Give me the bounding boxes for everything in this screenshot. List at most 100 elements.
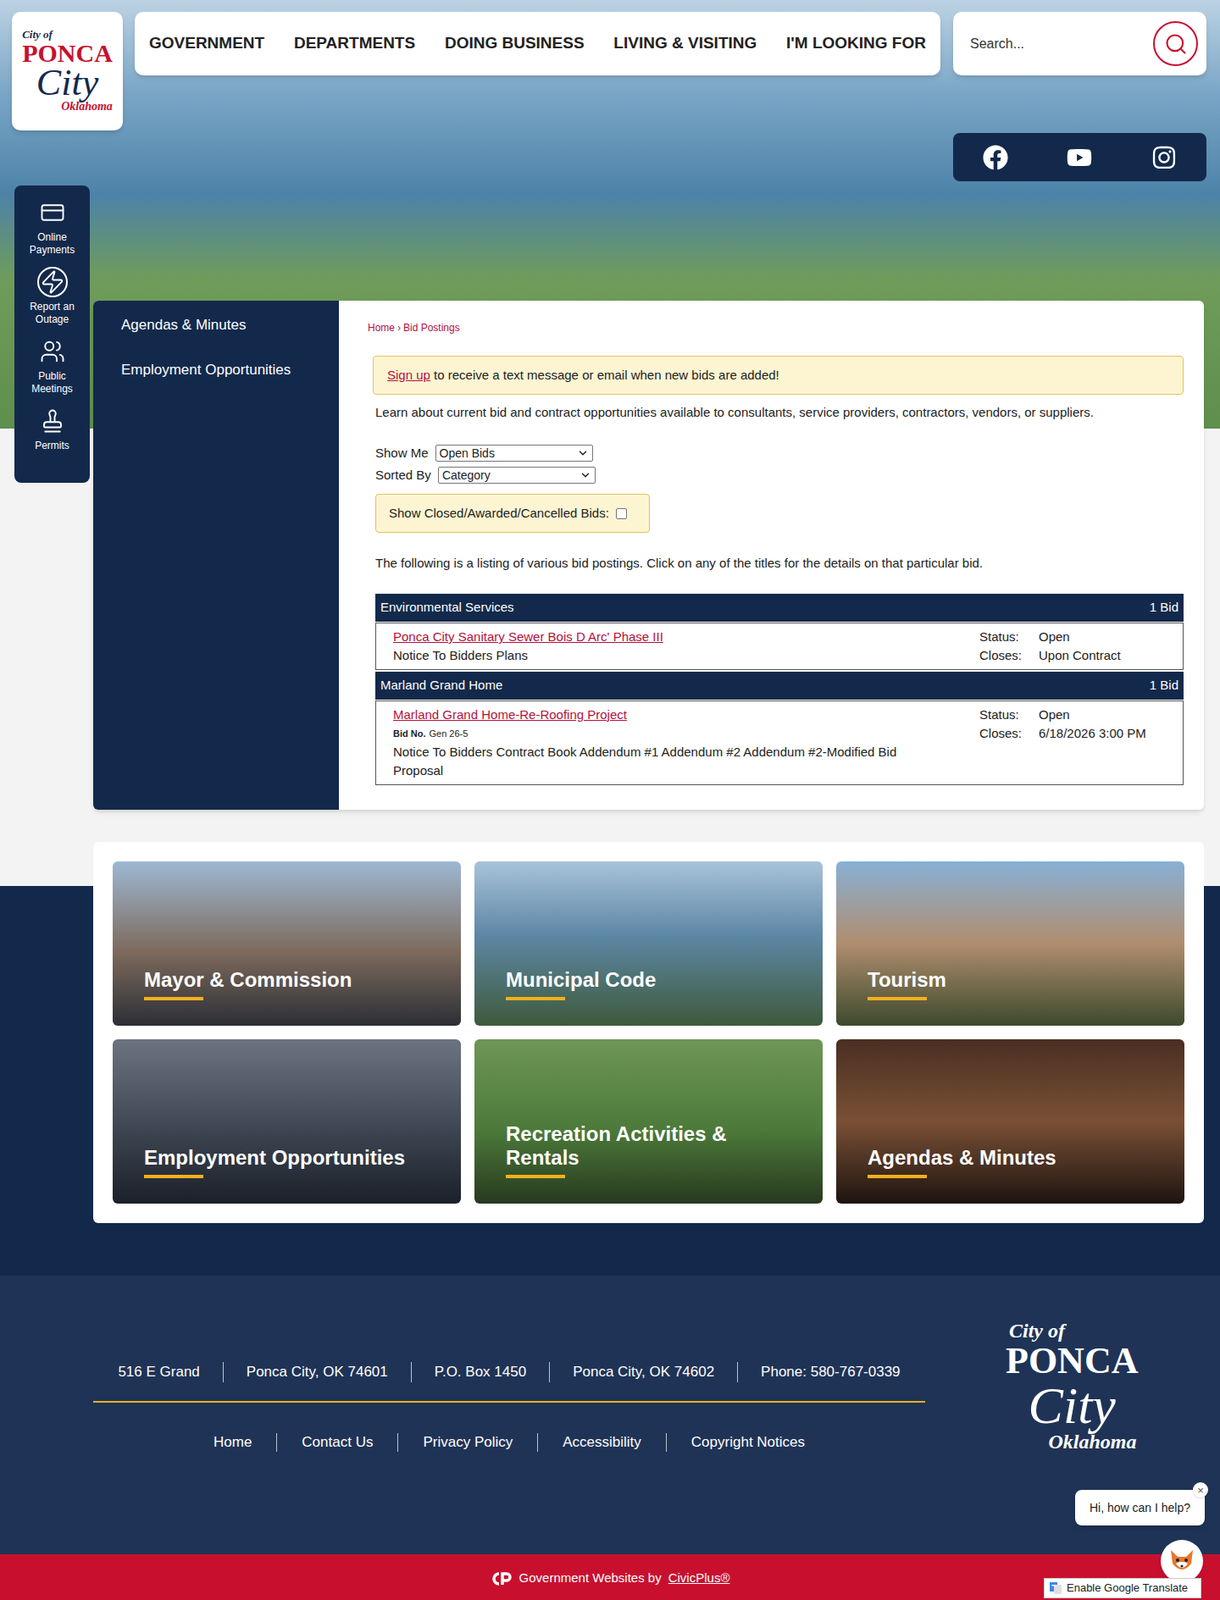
quick-link[interactable]: Permits (14, 405, 90, 453)
logo-city-of: City of (1009, 1319, 1065, 1342)
search-placeholder: Search... (970, 33, 1154, 55)
bid-number: Bid No.Gen 26-5 (393, 724, 936, 744)
chevron-icon (576, 447, 589, 460)
tile-underline (144, 997, 204, 1001)
quick-link-icon (37, 336, 68, 367)
main-card: Agendas & MinutesEmployment Opportunitie… (93, 300, 1204, 810)
quick-link-label: Report an Outage (17, 300, 87, 327)
breadcrumb-home[interactable]: Home (367, 321, 395, 334)
filter-select[interactable]: Open Bids (435, 444, 594, 462)
bid-documents[interactable]: Notice To Bidders Contract Book Addendum… (393, 743, 936, 781)
youtube-icon[interactable] (1066, 144, 1093, 171)
filter-label: Show Me (375, 443, 429, 464)
footer-link[interactable]: Privacy Policy (397, 1433, 538, 1453)
search-icon (1164, 32, 1188, 56)
facebook-icon[interactable] (982, 144, 1009, 171)
sidebar-item[interactable]: Agendas & Minutes (93, 302, 339, 348)
chevron-icon (579, 469, 592, 482)
footer-link[interactable]: Copyright Notices (665, 1433, 830, 1453)
bid-main: Ponca City Sanitary Sewer Bois D Arc' Ph… (393, 627, 936, 666)
link-tile[interactable]: Recreation Activities & Rentals (474, 1039, 823, 1204)
bid-documents[interactable]: Notice To Bidders Plans (393, 646, 936, 666)
search-box[interactable]: Search... (953, 11, 1207, 76)
nav-item[interactable]: I'M LOOKING FOR (786, 31, 927, 56)
footer-address: 516 E GrandPonca City, OK 74601P.O. Box … (94, 1362, 923, 1383)
closes-label: Closes: (979, 724, 1039, 744)
footer-links: HomeContact UsPrivacy PolicyAccessibilit… (188, 1433, 830, 1453)
bid-main: Marland Grand Home-Re-Roofing ProjectBid… (393, 705, 936, 781)
status-label: Status: (979, 627, 1039, 647)
closes-label: Closes: (979, 646, 1039, 666)
civicplus-icon (490, 1572, 513, 1586)
instagram-icon[interactable] (1151, 144, 1177, 171)
bid-list: Environmental Services 1 Bid Ponca City Sa… (375, 593, 1184, 786)
intro-text: Learn about current bid and contract opp… (375, 404, 1184, 421)
nav-item[interactable]: GOVERNMENT (149, 31, 265, 56)
chat-bubble[interactable]: Hi, how can I help? (1075, 1490, 1205, 1526)
header: City ofPONCACityOklahoma GOVERNMENT DEPART… (0, 0, 1220, 182)
logo-city: City (1028, 1380, 1116, 1431)
address-item: Ponca City, OK 74602 (549, 1362, 738, 1383)
footer-divider (93, 1401, 926, 1403)
city-logo[interactable]: City ofPONCACityOklahoma (22, 28, 113, 114)
link-tile[interactable]: Municipal Code (474, 861, 823, 1026)
category-header: Marland Grand Home1 Bid (375, 671, 1184, 700)
closes-value: Upon Contract (1038, 646, 1166, 666)
bid-category: Environmental Services 1 Bid Ponca City Sa… (375, 593, 1184, 671)
breadcrumb: Home›Bid Postings (367, 321, 1184, 335)
link-tile[interactable]: Agendas & Minutes (836, 1039, 1185, 1204)
filter-select[interactable]: Category (438, 466, 596, 484)
header-right: Search... (953, 11, 1207, 182)
closed-bids-toggle[interactable]: Show Closed/Awarded/Cancelled Bids: (375, 493, 650, 533)
status-label: Status: (979, 705, 1039, 725)
footer-link[interactable]: Contact Us (276, 1433, 398, 1453)
breadcrumb-current[interactable]: Bid Postings (403, 321, 461, 334)
filter-row: Sorted ByCategory (375, 465, 1184, 486)
main-nav: GOVERNMENT DEPARTMENTS DOING BUSINESS LIVIN… (134, 11, 941, 76)
footer-link[interactable]: Accessibility (537, 1433, 666, 1453)
credit-text: Government Websites by (519, 1569, 662, 1589)
category-name: Marland Grand Home (380, 676, 503, 696)
address-item: Ponca City, OK 74601 (222, 1362, 411, 1383)
signup-text: to receive a text message or email when … (430, 367, 780, 383)
chat-avatar-icon[interactable] (1160, 1540, 1204, 1583)
bid-row: Marland Grand Home-Re-Roofing ProjectBid… (375, 700, 1184, 786)
category-count: 1 Bid (1149, 598, 1179, 618)
quick-link[interactable]: Online Payments (14, 197, 90, 257)
category-name: Environmental Services (380, 598, 515, 618)
footer: 516 E GrandPonca City, OK 74601P.O. Box … (0, 1275, 1220, 1555)
link-tile[interactable]: Employment Opportunities (112, 1039, 461, 1204)
nav-item[interactable]: DEPARTMENTS (293, 31, 416, 56)
quick-link[interactable]: Public Meetings (14, 336, 90, 396)
sidebar-item[interactable]: Employment Opportunities (93, 347, 339, 393)
logo-oklahoma: Oklahoma (1048, 1430, 1137, 1454)
checkbox[interactable] (615, 508, 627, 520)
bid-title[interactable]: Ponca City Sanitary Sewer Bois D Arc' Ph… (393, 627, 936, 647)
tile-underline (867, 1175, 927, 1179)
signup-link[interactable]: Sign up (387, 367, 431, 383)
checkbox-label: Show Closed/Awarded/Cancelled Bids: (388, 504, 610, 524)
category-header: Environmental Services 1 Bid (375, 593, 1184, 622)
credit-link[interactable]: CivicPlus® (668, 1569, 731, 1589)
city-logo[interactable]: City ofPONCACityOklahoma (1005, 1319, 1138, 1454)
chat-close[interactable]: × (1192, 1482, 1209, 1498)
tile-label: Municipal Code (505, 968, 792, 993)
bid-title[interactable]: Marland Grand Home-Re-Roofing Project (393, 705, 936, 725)
status-value: Open (1038, 627, 1166, 647)
quick-link[interactable]: Report an Outage (14, 266, 90, 327)
footer-link[interactable]: Home (188, 1433, 277, 1453)
link-tile[interactable]: Mayor & Commission (112, 861, 461, 1026)
logo-box[interactable]: City ofPONCACityOklahoma (11, 11, 123, 131)
translate-button[interactable]: Enable Google Translate (1043, 1578, 1202, 1599)
nav-item[interactable]: DOING BUSINESS (444, 31, 585, 56)
top-section: City ofPONCACityOklahoma GOVERNMENT DEPART… (0, 0, 1220, 1276)
tile-underline (144, 1175, 204, 1179)
link-tile[interactable]: Tourism (836, 861, 1185, 1026)
nav-item[interactable]: LIVING & VISITING (613, 31, 757, 56)
listing-note: The following is a listing of various bi… (375, 555, 1184, 572)
search-button[interactable] (1153, 21, 1198, 67)
tile-label: Tourism (867, 968, 1154, 993)
address-item: 516 E Grand (94, 1362, 222, 1383)
tile-label: Agendas & Minutes (867, 1146, 1154, 1171)
logo-oklahoma: Oklahoma (61, 99, 113, 114)
